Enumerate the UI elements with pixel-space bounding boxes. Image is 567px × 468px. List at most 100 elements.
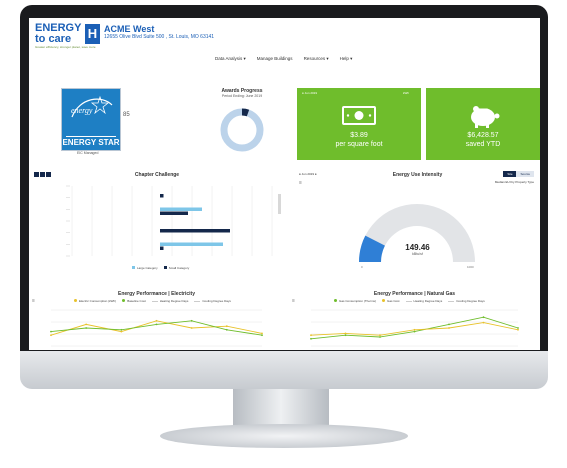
series-point [482, 321, 485, 324]
series-point [50, 334, 52, 337]
cost-period[interactable]: ● Jun 2019 [302, 91, 317, 95]
legend-hdd: Heating Degree Days [151, 299, 188, 303]
nav-resources[interactable]: Resources ▾ [304, 56, 329, 62]
gauge-max-label: 1000 [467, 265, 474, 269]
series-point [413, 330, 416, 333]
chapter-challenge-panel: Chapter Challenge Large Category Small C… [32, 170, 282, 280]
series-point [85, 327, 88, 329]
brand-logo[interactable]: ENERGY to care H Greater efficiency, str… [35, 23, 101, 51]
cost-value: $3.89 [350, 132, 368, 139]
series-point [379, 334, 381, 337]
series-point [310, 334, 312, 337]
energy-star-logo-icon: energy [71, 95, 113, 118]
piggy-bank-icon [471, 106, 500, 128]
series-point [85, 323, 88, 326]
chapter-bar-chart [66, 185, 281, 257]
gas-legend: Gas Consumption (Therms) Gas Cost Heatin… [334, 299, 485, 303]
nav-manage-buildings[interactable]: Manage Buildings [257, 56, 293, 62]
series-point [482, 316, 485, 319]
series-point [225, 325, 228, 328]
nav-help[interactable]: Help ▾ [340, 56, 353, 62]
series-point [344, 334, 347, 337]
eui-value: 149.46 [405, 243, 430, 252]
bar-small [160, 229, 230, 233]
bar-small [160, 194, 164, 198]
series-point [448, 327, 450, 329]
energy-star-label: EIC Managed [77, 151, 99, 155]
eui-tab-site[interactable]: Site [503, 171, 517, 177]
legend-cdd: Cooling Degree Days [194, 299, 231, 303]
bar-large [160, 242, 223, 246]
legend-gas-cost: Gas Cost [382, 299, 400, 303]
brand-tagline: Greater efficiency, stronger planet, sav… [35, 45, 96, 49]
nav-data-analysis[interactable]: Data Analysis ▾ [215, 56, 246, 62]
series-point [190, 327, 193, 329]
savings-card[interactable]: $6,428.57 saved YTD [426, 88, 540, 160]
series-point [517, 328, 519, 331]
awards-progress-card[interactable]: Awards Progress Period Ending: June 2019 [192, 88, 292, 158]
cost-per-sqft-card[interactable]: ● Jun 2019 kWh $3.89 per square foot [297, 88, 421, 160]
account-name: ACME West [104, 24, 155, 34]
series-line [50, 320, 263, 336]
eui-tab-source[interactable]: Source [516, 171, 534, 177]
top-bar: ENERGY to care H Greater efficiency, str… [29, 18, 540, 56]
legend-gas-hdd: Heating Degree Days [405, 299, 442, 303]
electricity-title: Energy Performance | Electricity [118, 291, 195, 297]
account-address: 12655 Olive Blvd Suite 500 , St. Louis, … [104, 34, 215, 40]
series-point [155, 323, 158, 326]
series-point [225, 328, 228, 331]
main-nav: Data Analysis ▾ Manage Buildings Resourc… [215, 56, 352, 62]
gas-panel: Energy Performance | Natural Gas ≡ Gas C… [289, 290, 540, 350]
legend-large: Large Category [132, 266, 158, 270]
awards-donut [220, 108, 264, 152]
savings-value: $6,428.57 [467, 132, 499, 139]
legend-gas-consumption: Gas Consumption (Therms) [334, 299, 376, 303]
gas-line-chart [310, 309, 519, 347]
gauge-min-label: 0 [361, 265, 363, 269]
chapter-title: Chapter Challenge [134, 172, 180, 178]
gas-title: Energy Performance | Natural Gas [373, 291, 456, 297]
series-point [120, 328, 123, 331]
chapter-legend: Large Category Small Category [132, 266, 189, 270]
legend-baseline-cost: Baseline Cost [122, 299, 146, 303]
cost-toggle[interactable]: kWh [403, 91, 409, 95]
money-icon [342, 106, 376, 125]
energy-star-word: ENERGY STAR [62, 138, 120, 147]
monitor-stand-base [160, 424, 408, 448]
energy-star-badge: energy ENERGY STAR [61, 88, 121, 151]
series-point [517, 327, 519, 329]
electricity-panel: Energy Performance | Electricity ≡ Elect… [29, 290, 284, 350]
series-point [155, 319, 158, 322]
electricity-line-chart [50, 309, 263, 347]
monitor-chin [20, 351, 548, 389]
series-point [379, 336, 381, 338]
scrollbar-thumb [278, 194, 281, 214]
bar-small [160, 211, 188, 215]
brand-h-box: H [85, 24, 100, 44]
series-point [344, 332, 347, 335]
electricity-legend: Electric Consumption (kWh) Baseline Cost… [74, 299, 231, 303]
series-point [50, 330, 52, 333]
series-point [310, 337, 312, 340]
energy-star-score: 85 [123, 112, 130, 118]
series-point [190, 319, 193, 322]
bar-small [160, 246, 164, 250]
eui-tabs: Site Source [503, 171, 534, 177]
series-point [413, 328, 416, 331]
energy-star-card[interactable]: energy ENERGY STAR 85 EIC Managed [61, 88, 134, 155]
screen: ENERGY to care H Greater efficiency, str… [29, 18, 540, 350]
bar-large [160, 207, 202, 211]
energy-star-script: energy [71, 106, 93, 115]
eui-unit: kBtu/sf [412, 252, 423, 256]
series-line [310, 316, 519, 340]
eui-gauge: 0 1000 [359, 204, 475, 269]
series-point [448, 323, 450, 326]
savings-caption: saved YTD [465, 141, 501, 148]
legend-electric-consumption: Electric Consumption (kWh) [74, 299, 116, 303]
account-info: ACME West 12655 Olive Blvd Suite 500 , S… [104, 24, 214, 40]
legend-small: Small Category [163, 266, 189, 270]
legend-gas-cdd: Cooling Degree Days [448, 299, 485, 303]
series-point [261, 334, 263, 337]
eui-panel: ● Jun 2019 ● Energy Use Intensity Site S… [295, 170, 540, 280]
series-point [120, 330, 123, 333]
